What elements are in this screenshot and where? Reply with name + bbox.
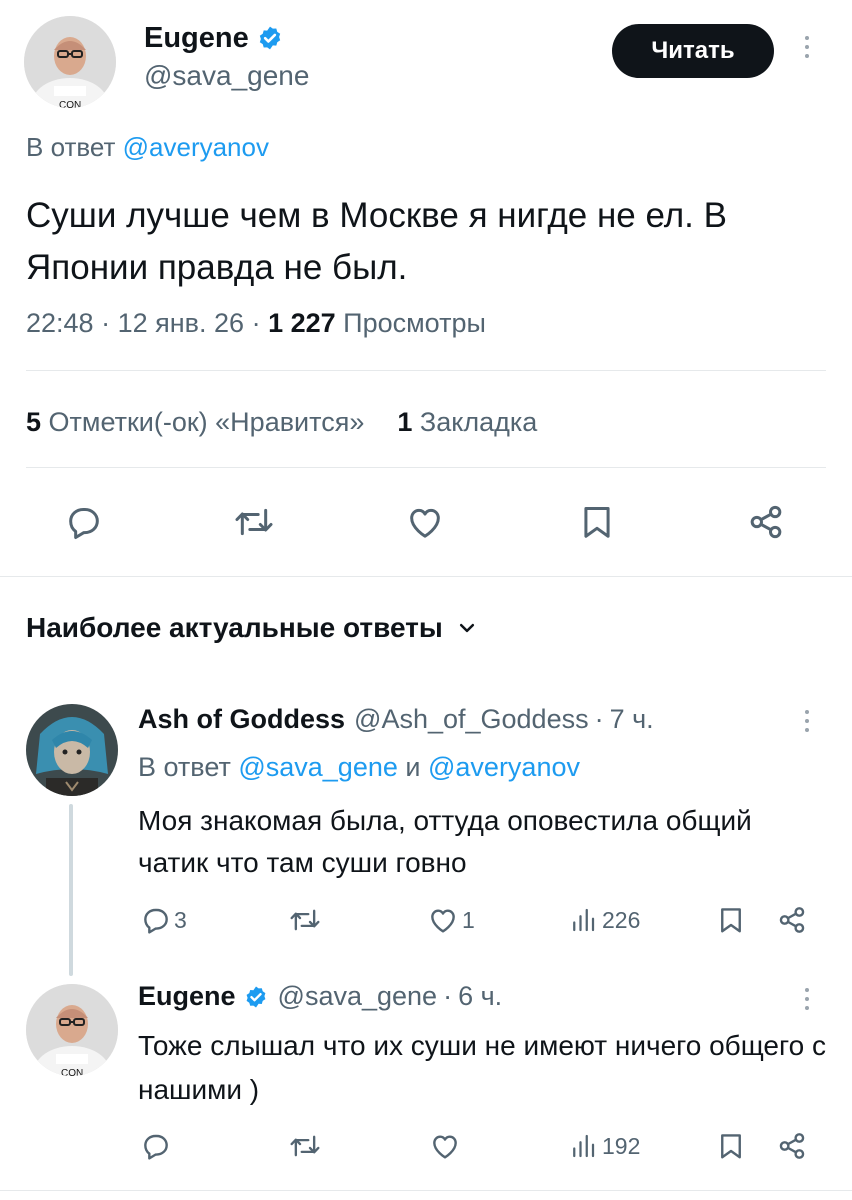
author-handle[interactable]: @sava_gene	[144, 60, 309, 92]
bookmark-icon[interactable]	[716, 1130, 746, 1162]
reply-header: Eugene @sava_gene · 6 ч.	[138, 981, 503, 1012]
views-button[interactable]: 226	[568, 904, 640, 936]
reply-text: Тоже слышал что их суши не имеют ничего …	[138, 1030, 826, 1105]
reply-button[interactable]: 3	[140, 904, 187, 936]
reply-author-name[interactable]: Ash of Goddess	[138, 704, 345, 735]
share-icon[interactable]	[776, 904, 808, 936]
reply-text: Моя знакомая была, оттуда оповестила общ…	[138, 805, 752, 878]
views-button[interactable]: 192	[568, 1130, 640, 1162]
retweet-icon[interactable]	[232, 502, 276, 542]
verified-badge-icon	[244, 985, 268, 1009]
more-dots-icon[interactable]	[802, 988, 812, 1015]
reply-author-avatar[interactable]: CON	[26, 984, 118, 1076]
follow-button[interactable]: Читать	[612, 24, 774, 78]
share-icon[interactable]	[776, 1130, 808, 1162]
svg-text:CON: CON	[61, 1068, 83, 1076]
view-count: 226	[602, 906, 641, 933]
reply-icon[interactable]	[140, 1130, 172, 1162]
author-avatar[interactable]: CON	[24, 16, 116, 108]
reply-conjunction: и	[405, 752, 421, 782]
bottom-divider	[0, 1190, 852, 1191]
share-icon[interactable]	[746, 502, 786, 542]
views-label: Просмотры	[343, 308, 486, 338]
views-icon	[568, 1130, 598, 1162]
author-name[interactable]: Eugene	[144, 22, 249, 55]
reply-context: В ответ @sava_gene и @averyanov	[138, 752, 580, 783]
reply-author-handle[interactable]: @sava_gene	[278, 981, 438, 1012]
bookmark-icon[interactable]	[716, 904, 746, 936]
tweet-time[interactable]: 22:48	[26, 308, 94, 338]
reply-icon[interactable]	[64, 502, 104, 542]
like-button[interactable]: 1	[426, 904, 475, 936]
reply-prefix: В ответ	[138, 752, 231, 782]
replies-section-title: Наиболее актуальные ответы	[26, 612, 443, 643]
retweet-icon[interactable]	[288, 1130, 322, 1162]
divider	[26, 370, 826, 371]
views-icon	[568, 904, 598, 936]
bookmarks-label[interactable]: Закладка	[420, 407, 537, 437]
like-count: 1	[462, 906, 475, 933]
like-icon	[426, 904, 460, 936]
bookmarks-count[interactable]: 1	[397, 407, 412, 437]
like-icon[interactable]	[428, 1130, 462, 1162]
replies-sort-dropdown[interactable]: Наиболее актуальные ответы	[26, 612, 477, 644]
like-icon[interactable]	[404, 502, 446, 542]
tweet-date[interactable]: 12 янв. 26	[118, 308, 244, 338]
more-dots-icon[interactable]	[802, 36, 812, 63]
view-count: 192	[602, 1132, 641, 1159]
tweet-text: Суши лучше чем в Москве я нигде не ел. В…	[26, 196, 727, 287]
reply-to-link[interactable]: @averyanov	[428, 752, 580, 782]
reply-icon	[140, 904, 172, 936]
chevron-down-icon	[457, 618, 477, 638]
reply-time[interactable]: 7 ч.	[610, 704, 654, 735]
likes-count[interactable]: 5	[26, 407, 41, 437]
follow-button-label: Читать	[651, 37, 735, 64]
divider	[26, 467, 826, 468]
more-dots-icon[interactable]	[802, 710, 812, 737]
views-count: 1 227	[268, 308, 336, 338]
reply-to-link[interactable]: @averyanov	[123, 132, 269, 162]
bookmark-icon[interactable]	[578, 502, 616, 542]
reply-to-link[interactable]: @sava_gene	[238, 752, 398, 782]
reply-author-handle[interactable]: @Ash_of_Goddess	[354, 704, 589, 735]
reply-author-name[interactable]: Eugene	[138, 981, 236, 1012]
reply-prefix: В ответ	[26, 132, 116, 162]
section-divider	[0, 576, 852, 577]
retweet-icon[interactable]	[288, 904, 322, 936]
reply-time[interactable]: 6 ч.	[458, 981, 502, 1012]
svg-text:CON: CON	[59, 100, 81, 108]
reply-author-avatar[interactable]	[26, 704, 118, 796]
reply-count: 3	[174, 906, 187, 933]
reply-header: Ash of Goddess @Ash_of_Goddess · 7 ч.	[138, 704, 654, 735]
thread-line	[69, 804, 73, 976]
likes-label[interactable]: Отметки(-ок) «Нравится»	[49, 407, 365, 437]
verified-badge-icon	[257, 25, 283, 51]
tweet-meta: 22:48 · 12 янв. 26 · 1 227 Просмотры	[26, 308, 486, 338]
engagement-stats: 5 Отметки(-ок) «Нравится» 1 Закладка	[26, 407, 537, 438]
